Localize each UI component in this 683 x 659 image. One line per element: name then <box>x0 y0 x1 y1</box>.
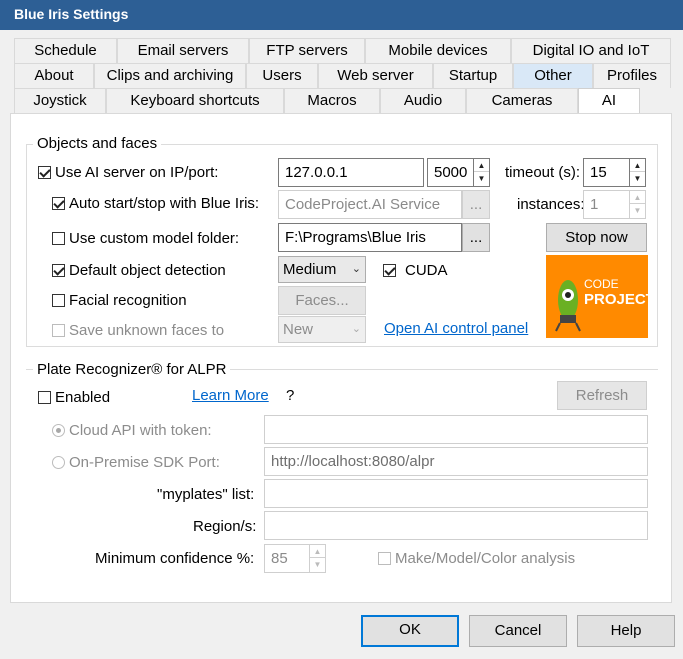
save-unknown-label: Save unknown faces to <box>69 322 225 339</box>
on-premise-radio[interactable] <box>52 456 65 469</box>
mmc-analysis-label: Make/Model/Color analysis <box>395 550 576 567</box>
tab-other[interactable]: Other <box>513 63 593 88</box>
instances-spinner[interactable]: ▲ ▼ <box>630 190 646 219</box>
spin-up-icon[interactable]: ▲ <box>630 159 645 172</box>
spin-up-icon[interactable]: ▲ <box>630 191 645 204</box>
tab-mobile-devices[interactable]: Mobile devices <box>365 38 511 63</box>
timeout-input[interactable]: 15 <box>583 158 630 187</box>
default-detection-label: Default object detection <box>69 262 226 279</box>
cloud-api-radio[interactable] <box>52 424 65 437</box>
chevron-down-icon: ⌄ <box>351 263 361 275</box>
plate-recognizer-title: Plate Recognizer® for ALPR <box>33 361 231 378</box>
tab-web-server[interactable]: Web server <box>318 63 433 88</box>
codeproject-logo: CODE PROJECT <box>546 255 655 338</box>
save-unknown-select[interactable]: New ⌄ <box>278 316 366 343</box>
on-premise-label: On-Premise SDK Port: <box>69 454 220 471</box>
min-confidence-label: Minimum confidence %: <box>95 550 255 567</box>
tab-ai[interactable]: AI <box>578 88 640 115</box>
mmc-analysis-checkbox[interactable] <box>378 552 391 565</box>
port-spinner[interactable]: ▲ ▼ <box>474 158 490 187</box>
tab-audio[interactable]: Audio <box>380 88 466 113</box>
detection-level-select[interactable]: Medium ⌄ <box>278 256 366 283</box>
window-title: Blue Iris Settings <box>0 0 683 30</box>
model-folder-input[interactable]: F:\Programs\Blue Iris <box>278 223 462 252</box>
save-unknown-checkbox[interactable] <box>52 324 65 337</box>
timeout-label: timeout (s): <box>505 164 581 181</box>
logo-text-project: PROJECT <box>584 291 655 308</box>
on-premise-url-input[interactable]: http://localhost:8080/alpr <box>264 447 648 476</box>
custom-model-label: Use custom model folder: <box>69 230 240 247</box>
ai-service-name-field: CodeProject.AI Service <box>278 190 462 219</box>
help-question-mark[interactable]: ? <box>286 387 294 404</box>
custom-model-checkbox[interactable] <box>52 232 65 245</box>
min-confidence-spinner[interactable]: ▲ ▼ <box>310 544 326 573</box>
spin-down-icon[interactable]: ▼ <box>474 172 489 185</box>
cuda-label: CUDA <box>405 262 448 279</box>
tab-digital-io[interactable]: Digital IO and IoT <box>511 38 671 63</box>
open-ai-control-panel-link[interactable]: Open AI control panel <box>384 320 528 337</box>
ai-server-ip-input[interactable]: 127.0.0.1 <box>278 158 424 187</box>
auto-start-checkbox[interactable] <box>52 197 65 210</box>
tab-email-servers[interactable]: Email servers <box>117 38 249 63</box>
logo-text-code: CODE <box>584 277 619 291</box>
stop-now-button[interactable]: Stop now <box>546 223 647 252</box>
tab-clips-archiving[interactable]: Clips and archiving <box>94 63 246 88</box>
myplates-input[interactable] <box>264 479 648 508</box>
save-unknown-value: New <box>283 321 314 338</box>
ai-server-port-input[interactable]: 5000 <box>427 158 474 187</box>
model-folder-browse-button[interactable]: ... <box>462 223 490 252</box>
ok-button[interactable]: OK <box>361 615 459 647</box>
timeout-spinner[interactable]: ▲ ▼ <box>630 158 646 187</box>
help-button[interactable]: Help <box>577 615 675 647</box>
myplates-label: "myplates" list: <box>157 486 255 503</box>
tab-keyboard-shortcuts[interactable]: Keyboard shortcuts <box>106 88 284 113</box>
tab-cameras[interactable]: Cameras <box>466 88 578 113</box>
tab-joystick[interactable]: Joystick <box>14 88 106 113</box>
cloud-api-label: Cloud API with token: <box>69 422 212 439</box>
tab-ftp-servers[interactable]: FTP servers <box>249 38 365 63</box>
use-ai-server-label: Use AI server on IP/port: <box>55 164 219 181</box>
chevron-down-icon: ⌄ <box>351 323 361 335</box>
instances-input[interactable]: 1 <box>583 190 630 219</box>
spin-down-icon[interactable]: ▼ <box>310 558 325 571</box>
tab-users[interactable]: Users <box>246 63 318 88</box>
cuda-checkbox[interactable] <box>383 264 396 277</box>
tab-about[interactable]: About <box>14 63 94 88</box>
learn-more-link[interactable]: Learn More <box>192 387 269 404</box>
plate-enabled-label: Enabled <box>55 389 111 406</box>
instances-label: instances: <box>517 196 585 213</box>
cloud-token-input[interactable] <box>264 415 648 444</box>
auto-start-label: Auto start/stop with Blue Iris: <box>69 195 260 212</box>
spin-up-icon[interactable]: ▲ <box>310 545 325 558</box>
tab-startup[interactable]: Startup <box>433 63 513 88</box>
detection-level-value: Medium <box>283 261 337 278</box>
refresh-button[interactable]: Refresh <box>557 381 647 410</box>
use-ai-server-checkbox[interactable] <box>38 166 51 179</box>
region-input[interactable] <box>264 511 648 540</box>
tab-profiles[interactable]: Profiles <box>593 63 671 88</box>
tab-macros[interactable]: Macros <box>284 88 380 113</box>
spin-down-icon[interactable]: ▼ <box>630 172 645 185</box>
spin-down-icon[interactable]: ▼ <box>630 204 645 217</box>
service-browse-button[interactable]: ... <box>462 190 490 219</box>
objects-faces-title: Objects and faces <box>33 135 162 152</box>
region-label: Region/s: <box>193 518 257 535</box>
facial-recognition-label: Facial recognition <box>69 292 187 309</box>
faces-button[interactable]: Faces... <box>278 286 366 315</box>
plate-enabled-checkbox[interactable] <box>38 391 51 404</box>
min-confidence-input[interactable]: 85 <box>264 544 310 573</box>
spin-up-icon[interactable]: ▲ <box>474 159 489 172</box>
default-detection-checkbox[interactable] <box>52 264 65 277</box>
tab-schedule[interactable]: Schedule <box>14 38 117 63</box>
cancel-button[interactable]: Cancel <box>469 615 567 647</box>
facial-recognition-checkbox[interactable] <box>52 294 65 307</box>
